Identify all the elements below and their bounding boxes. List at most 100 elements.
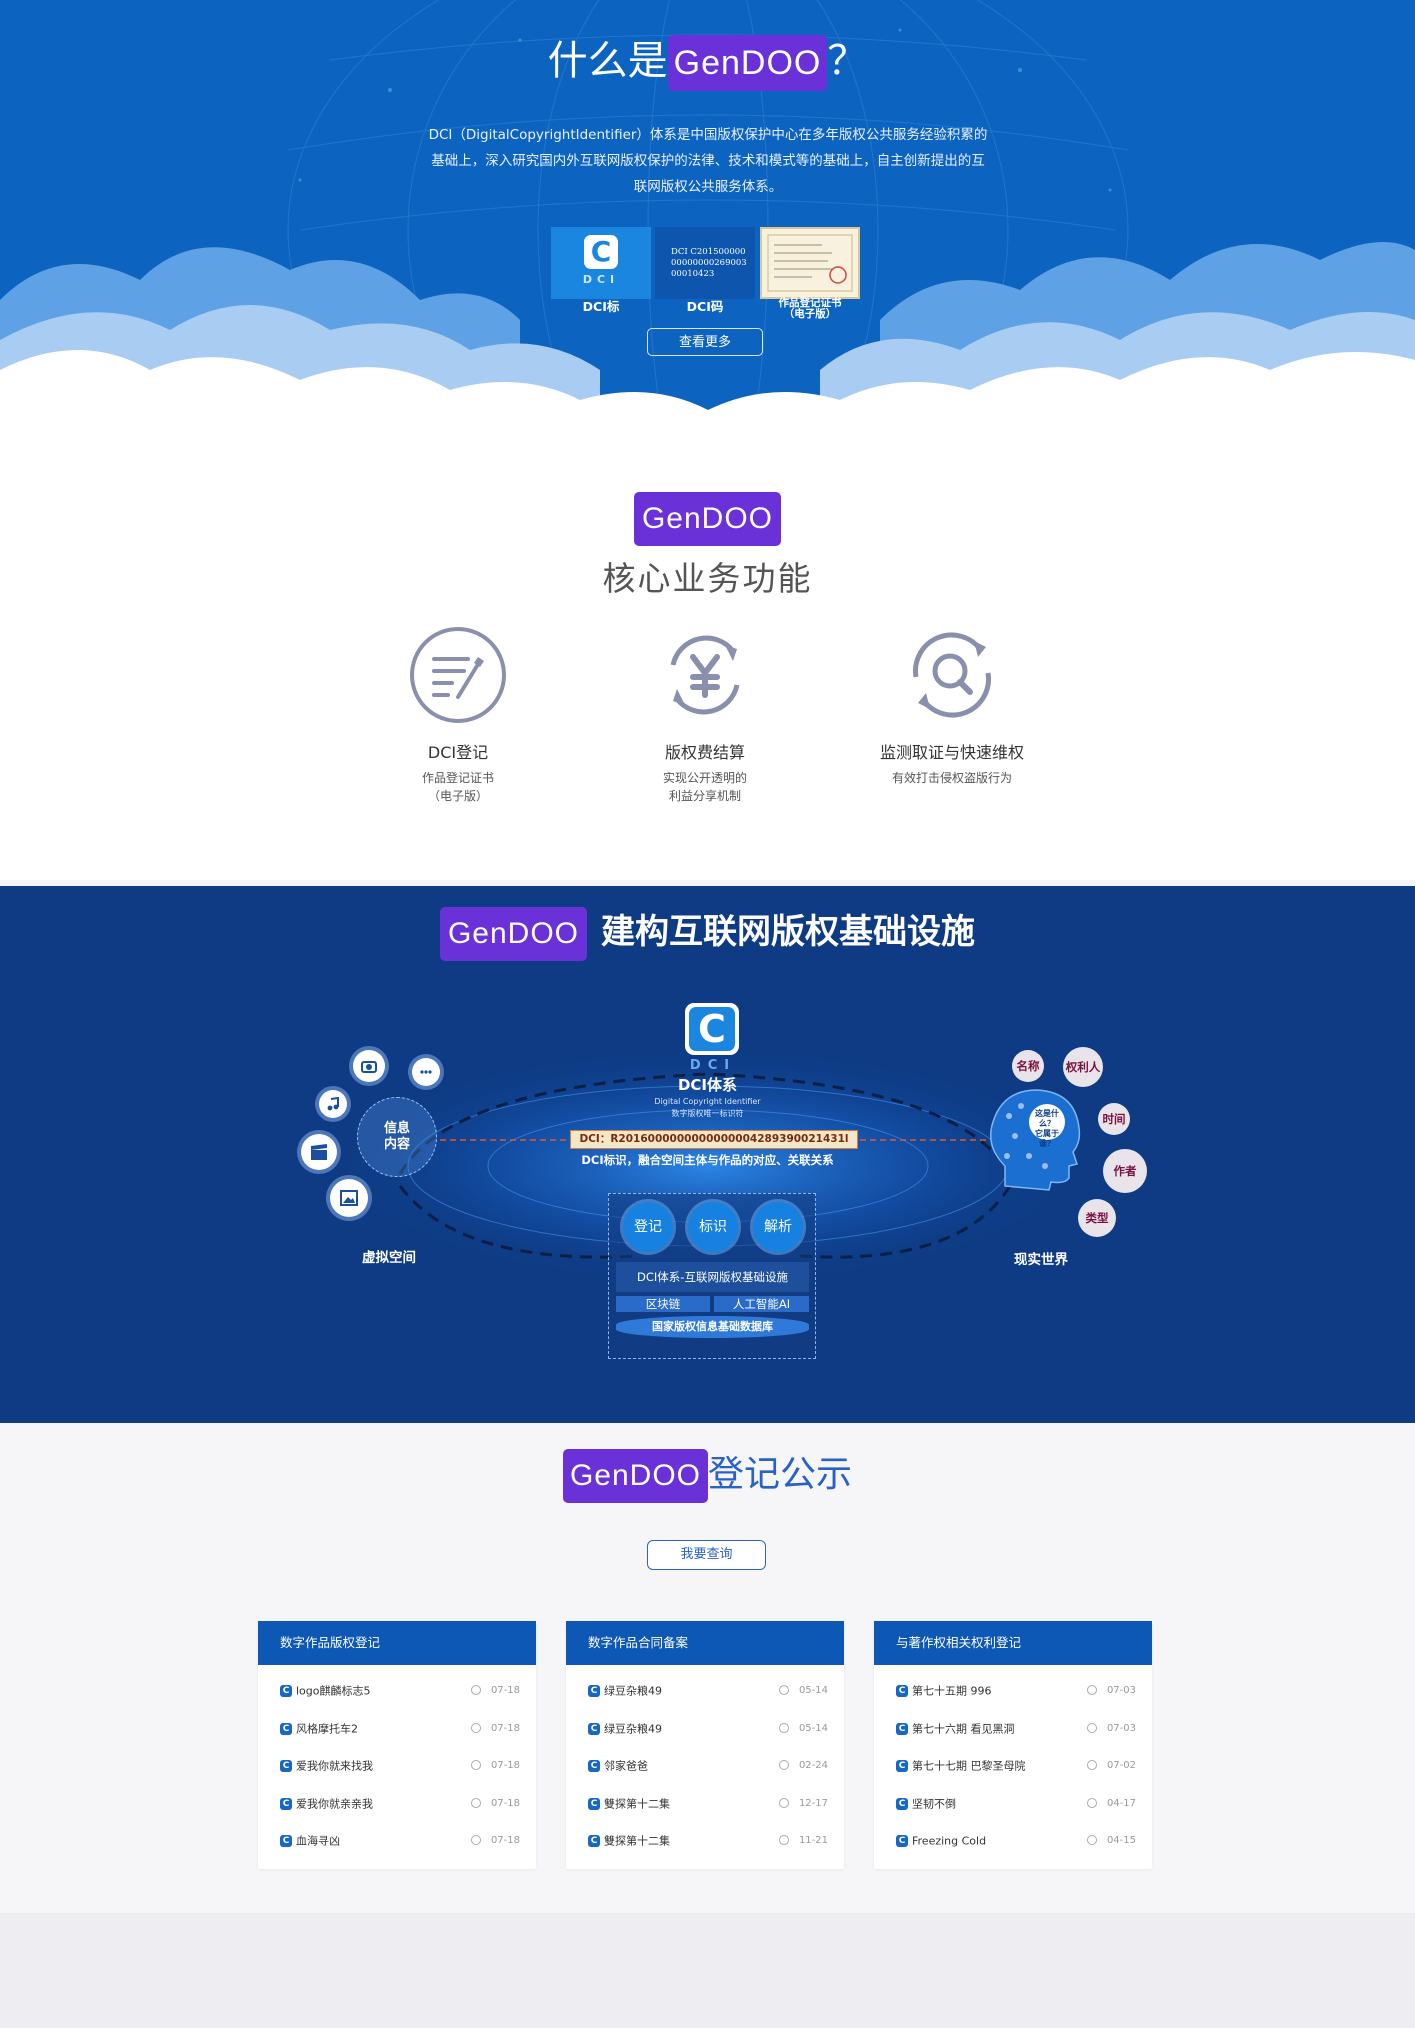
- clock-icon: [778, 1835, 789, 1845]
- list-item[interactable]: C 第七十六期 看见黑洞 07-03: [874, 1710, 1152, 1748]
- hero-title: 什么是 GenDOO？: [0, 28, 1415, 92]
- resolve-action[interactable]: 解析: [753, 1202, 803, 1252]
- list-item[interactable]: Clogo麒麟标志5 07-18: [258, 1672, 536, 1710]
- item-name: 邻家爸爸: [604, 1759, 648, 1773]
- dci-en-text: Digital Copyright Identifier: [654, 1097, 761, 1106]
- dci-c-icon: C: [588, 1835, 600, 1847]
- blockchain-layer: 区块链: [616, 1296, 710, 1312]
- item-date: 04-17: [1106, 1797, 1136, 1809]
- dci-c-icon: C: [588, 1760, 600, 1772]
- dci-c-icon: C: [280, 1835, 292, 1847]
- dci-sub-text: DCI: [689, 1058, 737, 1073]
- dci-c-icon: C: [280, 1685, 292, 1697]
- clock-icon: [1086, 1797, 1097, 1808]
- feature-desc: 作品登记证书 （电子版）: [421, 771, 494, 803]
- registration-notice-section: GenDOO 登记公示 我要查询 数字作品版权登记 Clogo麒麟标志5 07-18…: [0, 1423, 1415, 1913]
- list-item[interactable]: C 爱我你就来找我 07-18: [258, 1747, 536, 1785]
- infra-title: GenDOO 建构互联网版权基础设施: [0, 904, 1415, 961]
- item-date: 07-18: [490, 1835, 520, 1846]
- tag-type: 类型: [1078, 1199, 1116, 1237]
- core-subtitle: 核心业务功能: [602, 560, 813, 597]
- dci-c-icon: C: [280, 1760, 292, 1772]
- list-item[interactable]: C 绿豆杂粮49 05-14: [566, 1710, 844, 1748]
- feature-title: DCI登记: [427, 743, 489, 762]
- item-date: 07-18: [490, 1685, 520, 1696]
- feature-dci-registration[interactable]: DCI登记 作品登记证书 （电子版）: [338, 625, 578, 805]
- feature-monitoring[interactable]: 监测取证与快速维权 有效打击侵权盗版行为: [832, 625, 1072, 787]
- list-item[interactable]: C Freezing Cold 04-15: [874, 1822, 1152, 1860]
- list-item[interactable]: C 雙探第十二集 11-21: [566, 1822, 844, 1860]
- chat-icon: [412, 1058, 440, 1086]
- clock-icon: [470, 1760, 481, 1770]
- view-more-button[interactable]: 查看更多: [647, 328, 763, 356]
- head-question-text: 这是什么？ 它属于谁？: [1035, 1109, 1059, 1148]
- clock-icon: [778, 1797, 789, 1808]
- item-date: 05-14: [798, 1722, 828, 1734]
- feature-title: 版权费结算: [664, 743, 745, 762]
- item-date: 11-21: [798, 1835, 828, 1846]
- item-name: Freezing Cold: [912, 1834, 987, 1848]
- clock-icon: [1086, 1760, 1097, 1770]
- register-action[interactable]: 登记: [623, 1202, 673, 1252]
- dci-c-icon: C: [588, 1722, 600, 1735]
- yen-cycle-icon: [670, 635, 740, 715]
- item-date: 02-24: [798, 1760, 828, 1771]
- list-item[interactable]: C 第七十五期 996 07-03: [874, 1672, 1152, 1710]
- clapperboard-icon: [301, 1134, 337, 1170]
- list-item[interactable]: C 第七十七期 巴黎圣母院 07-02: [874, 1747, 1152, 1785]
- item-date: 07-18: [490, 1722, 520, 1734]
- list-item[interactable]: C 邻家爸爸 02-24: [566, 1747, 844, 1785]
- ai-layer: 人工智能AI: [714, 1296, 809, 1312]
- list-item[interactable]: C 绿豆杂粮49 05-14: [566, 1672, 844, 1710]
- item-date: 05-14: [798, 1685, 828, 1696]
- list-item[interactable]: C 风格摩托车2 07-18: [258, 1710, 536, 1748]
- item-date: 04-15: [1106, 1835, 1136, 1846]
- clock-icon: [778, 1722, 789, 1733]
- tag-time: 时间: [1098, 1103, 1130, 1135]
- feature-title: 监测取证与快速维权: [879, 743, 1024, 762]
- pub-title-text: 登记公示: [708, 1453, 853, 1494]
- list-item[interactable]: C 爱我你就亲亲我 07-18: [258, 1785, 536, 1823]
- dci-c-icon: C: [896, 1722, 908, 1735]
- clock-icon: [470, 1835, 481, 1845]
- hero-title-prefix: 什么是: [547, 39, 668, 83]
- virtual-space-label: 虚拟空间: [362, 1250, 416, 1266]
- feature-royalty-settlement[interactable]: 版权费结算 实现公开透明的 利益分享机制: [585, 625, 825, 805]
- item-name: 第七十六期 看见黑洞: [912, 1721, 1015, 1735]
- list-item[interactable]: C 坚韧不倒 04-17: [874, 1785, 1152, 1823]
- item-name: 血海寻凶: [296, 1834, 340, 1848]
- clock-icon: [1086, 1835, 1097, 1845]
- edit-icon: [410, 627, 506, 723]
- identify-action[interactable]: 标识: [688, 1202, 738, 1252]
- dci-c-icon: C: [588, 1685, 600, 1697]
- feature-desc: 实现公开透明的 利益分享机制: [662, 771, 747, 803]
- panel-contract-filing: 数字作品合同备案 C 绿豆杂粮49 05-14 C 绿豆杂粮49 05-14 C 邻家爸爸…: [566, 1621, 844, 1869]
- item-name: 坚韧不倒: [912, 1796, 956, 1810]
- item-date: 12-17: [798, 1797, 828, 1809]
- list-item[interactable]: C 血海寻凶 07-18: [258, 1822, 536, 1860]
- panel-copyright-registration: 数字作品版权登记 Clogo麒麟标志5 07-18 C 风格摩托车2 07-18 C爱…: [258, 1621, 536, 1869]
- dci-c-icon: C: [896, 1835, 908, 1847]
- pub-title: GenDOO 登记公示: [0, 1445, 1415, 1504]
- dci-infra-layer: DCI体系-互联网版权基础设施: [616, 1262, 809, 1292]
- dci-c-icon: C: [280, 1797, 292, 1810]
- clock-icon: [1086, 1722, 1097, 1733]
- item-name: 绿豆杂粮49: [604, 1684, 662, 1698]
- clock-icon: [470, 1685, 481, 1695]
- core-functions-section: GenDOO 核心业务功能 DCI登记 作品登记证书 （电子版） 版权费结算 实…: [0, 440, 1415, 880]
- footer-area: [0, 1913, 1415, 2028]
- item-date: 07-03: [1106, 1685, 1136, 1696]
- hero-section: 什么是 GenDOO？ DCI（DigitalCopyrightIdentifie…: [0, 0, 1415, 440]
- query-button[interactable]: 我要查询: [647, 1540, 766, 1570]
- dci-code-bar: DCI：R2016000000000000004289390021431l: [570, 1130, 858, 1149]
- picture-icon: [330, 1179, 368, 1217]
- panel-related-rights: 与著作权相关权利登记 C 第七十五期 996 07-03 C 第七十六期 看见黑洞 07…: [874, 1621, 1152, 1869]
- clock-icon: [470, 1797, 481, 1808]
- list-item[interactable]: C 雙探第十二集 12-17: [566, 1785, 844, 1823]
- brand-badge: GenDOO: [633, 492, 782, 546]
- infra-title-text: 建构互联网版权基础设施: [601, 913, 976, 951]
- database-layer: 国家版权信息基础数据库: [616, 1316, 809, 1338]
- dci-c-icon: C: [280, 1722, 292, 1735]
- dci-c-icon: C: [588, 1797, 600, 1810]
- camera-icon: [353, 1050, 385, 1082]
